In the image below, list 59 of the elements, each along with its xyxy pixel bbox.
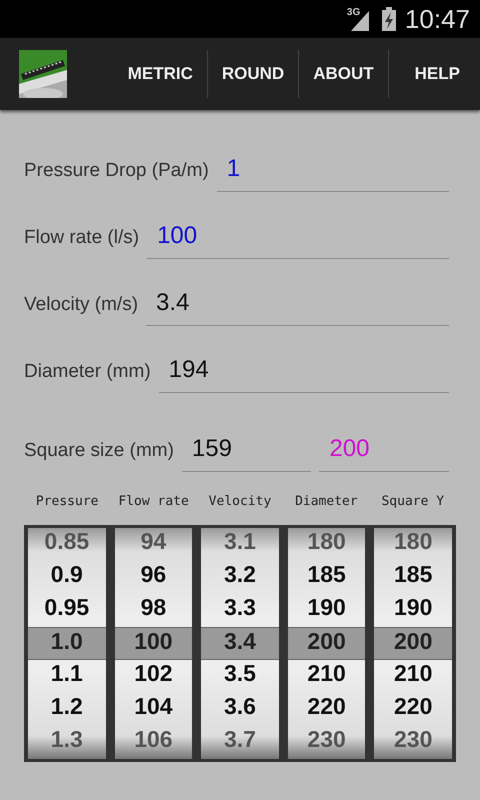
- wheel-value[interactable]: 200: [288, 627, 366, 660]
- wheel-value[interactable]: 220: [374, 693, 452, 726]
- wheel-value[interactable]: 190: [374, 594, 452, 627]
- wheel-value[interactable]: 230: [288, 726, 366, 759]
- wheel-value[interactable]: 180: [374, 528, 452, 561]
- wheel-value[interactable]: 185: [374, 561, 452, 594]
- menu-action[interactable]: ABOUT: [298, 50, 388, 98]
- menu-action[interactable]: METRIC: [114, 50, 207, 98]
- wheel-value[interactable]: 96: [114, 561, 192, 594]
- column-header: Pressure: [36, 494, 98, 509]
- wheel-value[interactable]: 98: [114, 594, 192, 627]
- wheel-value[interactable]: 180: [288, 528, 366, 561]
- input-field[interactable]: 100: [147, 221, 449, 259]
- wheel-value[interactable]: 3.6: [201, 693, 279, 726]
- wheel-value[interactable]: 3.4: [201, 627, 279, 660]
- wheel-value[interactable]: 1.3: [28, 726, 106, 759]
- wheel-value[interactable]: 0.9: [28, 561, 106, 594]
- field-label: Square size (mm): [24, 440, 174, 463]
- number-wheel-picker[interactable]: 0.85 0.9 0.95 1.0 1.1 1.2 1.3 94 96 98 100 102 104 106 3.1 3.2 3.3 3.4 3.5 3.6 3.7 180 185 190 200 210 220 230 180 185 190 200 210 220 230: [24, 525, 456, 762]
- app-logo: [19, 50, 67, 98]
- wheel-value[interactable]: 3.2: [201, 561, 279, 594]
- input-field[interactable]: 159: [182, 434, 312, 472]
- wheel-value[interactable]: 104: [114, 693, 192, 726]
- wheel-value[interactable]: 0.95: [28, 594, 106, 627]
- wheel-value[interactable]: 210: [288, 660, 366, 693]
- wheel-value[interactable]: 3.7: [201, 726, 279, 759]
- wheel-value[interactable]: 106: [114, 726, 192, 759]
- input-field[interactable]: 194: [158, 355, 449, 393]
- wheel-value[interactable]: 190: [288, 594, 366, 627]
- field-label: Flow rate (l/s): [24, 227, 140, 250]
- wheel-value[interactable]: 210: [374, 660, 452, 693]
- wheel-value[interactable]: 94: [114, 528, 192, 561]
- network-type: 3G: [346, 7, 360, 18]
- column-header: Square Y: [381, 494, 444, 509]
- field-label: Pressure Drop (Pa/m): [24, 160, 209, 183]
- wheel-value[interactable]: 3.3: [201, 594, 279, 627]
- wheel-value[interactable]: 3.1: [201, 528, 279, 561]
- wheel-value[interactable]: 1.1: [28, 660, 106, 693]
- wheel-value[interactable]: 1.2: [28, 693, 106, 726]
- wheel-value[interactable]: 0.85: [28, 528, 106, 561]
- clock: 10:47: [404, 4, 470, 34]
- wheel-value[interactable]: 1.0: [28, 627, 106, 660]
- wheel-value[interactable]: 102: [114, 660, 192, 693]
- wheel-value[interactable]: 3.5: [201, 660, 279, 693]
- field-label: Diameter (mm): [24, 361, 151, 384]
- battery-icon: [380, 7, 397, 31]
- column-header: Diameter: [295, 494, 358, 509]
- field-label: Velocity (m/s): [24, 294, 138, 317]
- wheel-value[interactable]: 230: [374, 726, 452, 759]
- wheel-value[interactable]: 100: [114, 627, 192, 660]
- menu-action[interactable]: HELP: [388, 50, 480, 98]
- input-field[interactable]: 1: [216, 154, 449, 192]
- wheel-value[interactable]: 200: [374, 627, 452, 660]
- menu-action[interactable]: ROUND: [206, 50, 298, 98]
- wheel-value[interactable]: 220: [288, 693, 366, 726]
- input-field[interactable]: 3.4: [146, 288, 449, 326]
- column-header: Flow rate: [118, 494, 189, 509]
- column-header: Velocity: [208, 494, 272, 509]
- wheel-value[interactable]: 185: [288, 561, 366, 594]
